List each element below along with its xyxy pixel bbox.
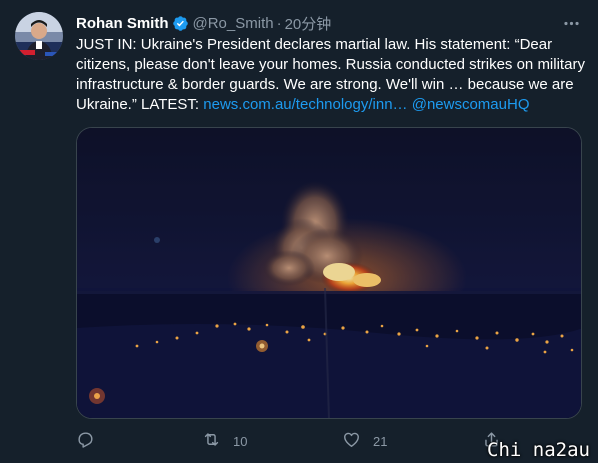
avatar[interactable] (15, 12, 63, 60)
tweet-text: JUST IN: Ukraine's President declares ma… (76, 35, 586, 115)
like-button[interactable]: 21 (342, 430, 387, 452)
retweet-icon (202, 430, 221, 452)
like-count: 21 (373, 433, 388, 449)
tweet-media[interactable] (76, 127, 582, 419)
author-handle[interactable]: @Ro_Smith (193, 15, 274, 32)
watermark-text: Chi na2au (487, 439, 590, 461)
avatar-image (15, 12, 63, 60)
tweet-header: Rohan Smith @Ro_Smith · 20分钟 (76, 13, 331, 33)
author-name[interactable]: Rohan Smith (76, 15, 169, 32)
tweet[interactable]: Rohan Smith @Ro_Smith · 20分钟 JUST IN: Uk… (0, 0, 598, 463)
verified-badge-icon (172, 15, 189, 32)
retweet-count: 10 (233, 433, 248, 449)
tweet-link[interactable]: news.com.au/technology/inn… (203, 96, 407, 113)
explosion-night-photo (77, 128, 581, 418)
more-options-icon[interactable] (560, 12, 582, 34)
tweet-mention[interactable]: @newscomauHQ (412, 96, 530, 113)
header-separator: · (276, 14, 282, 32)
heart-icon (342, 430, 361, 452)
tweet-time[interactable]: 20分钟 (285, 13, 332, 34)
retweet-button[interactable]: 10 (202, 430, 247, 452)
reply-button[interactable] (76, 430, 107, 452)
reply-icon (76, 430, 95, 452)
